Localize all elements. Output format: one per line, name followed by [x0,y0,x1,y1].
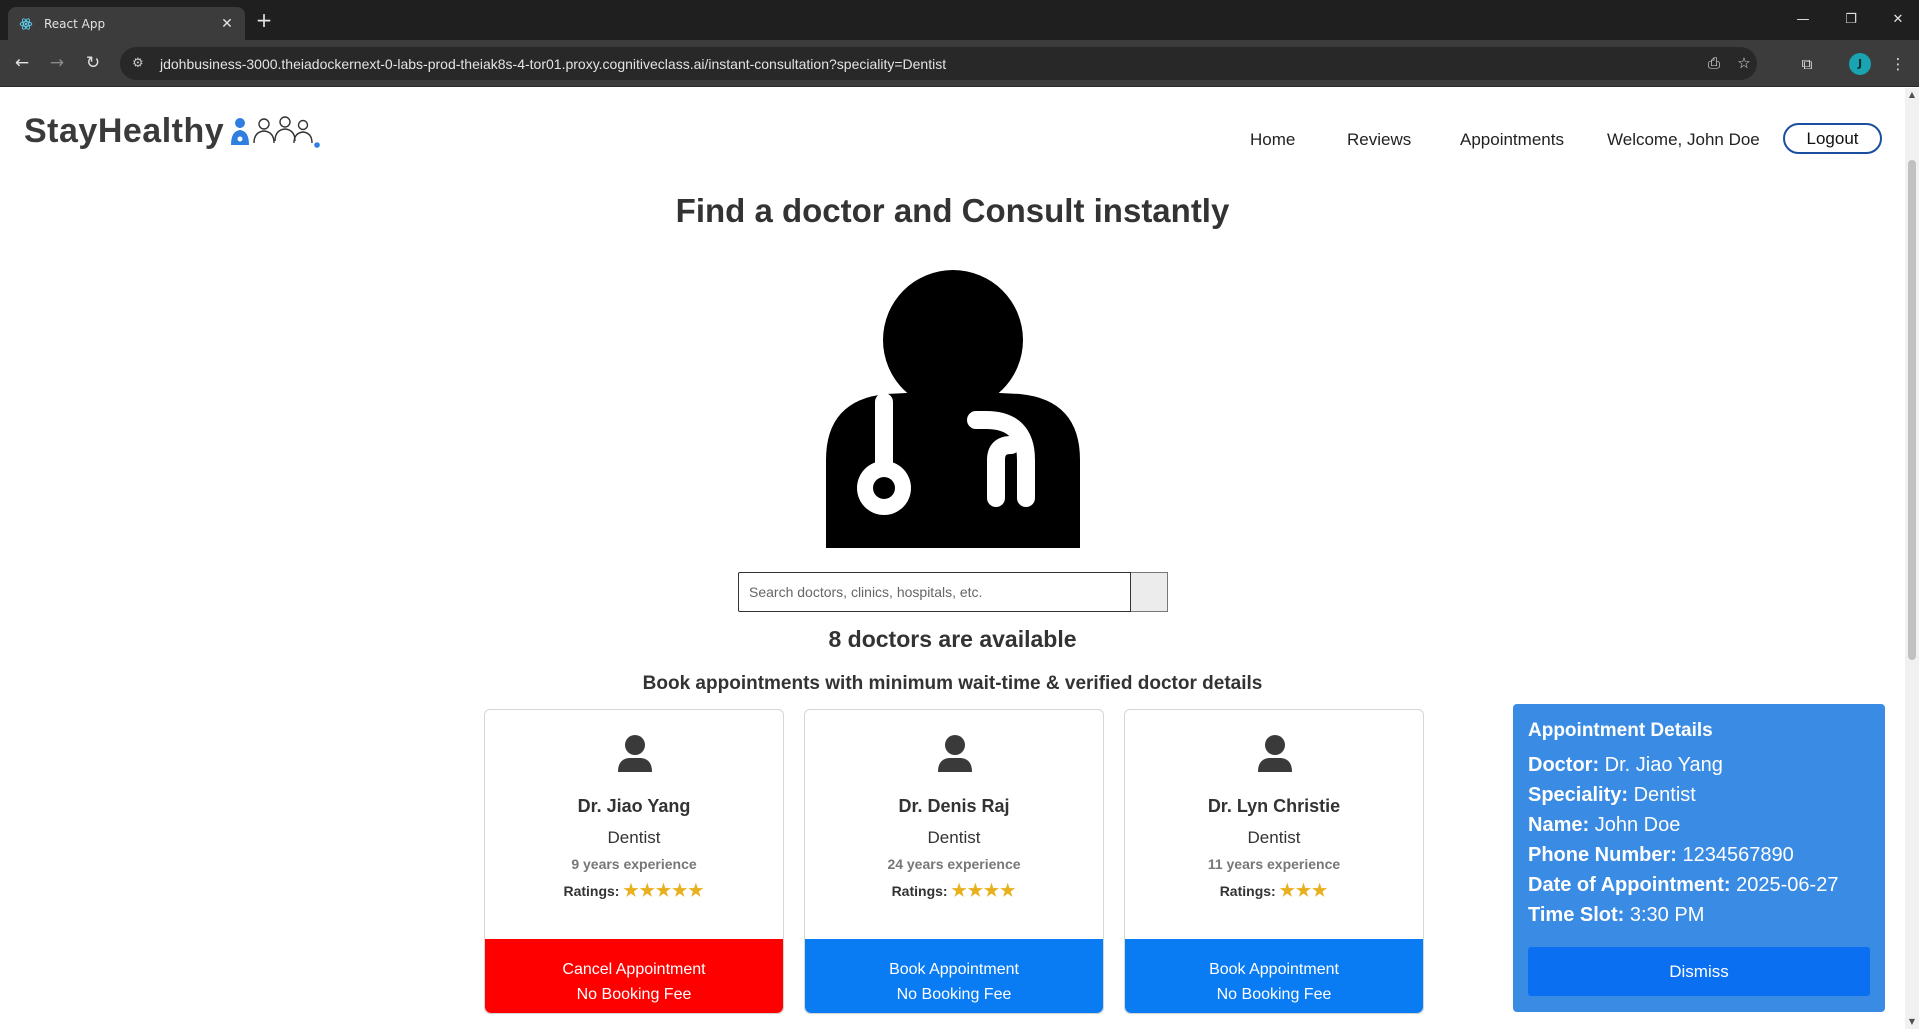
reload-icon[interactable]: ↻ [81,51,105,75]
nav-reviews[interactable]: Reviews [1347,122,1411,158]
back-icon[interactable]: ← [10,51,34,75]
doctor-name: Dr. Lyn Christie [1207,796,1341,816]
welcome-text: Welcome, John Doe [1607,130,1760,149]
field-label: Speciality: [1528,784,1629,806]
nav-home[interactable]: Home [1250,122,1295,158]
nav-appointments[interactable]: Appointments [1460,122,1564,158]
doctor-rating: Ratings: ★★★★★ [485,881,783,901]
action-label: Cancel Appointment [562,961,706,978]
page-content: StayHealthy Home Reviews Appointments We… [0,88,1905,1029]
bookmark-star-icon[interactable]: ☆ [1730,47,1758,80]
window-close-icon[interactable]: ✕ [1884,8,1912,32]
brand-logo-icon [230,115,320,149]
field-value: Dentist [1633,784,1696,806]
booking-fee-label: No Booking Fee [1216,986,1332,1003]
action-label: Book Appointment [1209,961,1339,978]
user-avatar-icon [615,734,655,774]
scroll-down-icon[interactable]: ▼ [1905,1015,1919,1029]
appointment-details-panel: Appointment Details Doctor: Dr. Jiao Yan… [1513,704,1885,1012]
browser-tab[interactable]: React App ✕ [8,7,245,40]
ratings-label: Ratings: [1219,883,1276,899]
doctor-speciality: Dentist [927,828,981,847]
search-bar [738,572,1168,612]
appointment-speciality: Speciality: Dentist [1528,780,1870,810]
booking-fee-label: No Booking Fee [576,986,692,1003]
booking-fee-label: No Booking Fee [896,986,1012,1003]
doctor-experience: 24 years experience [887,856,1021,872]
profile-avatar[interactable]: J [1849,53,1871,75]
book-appointment-button[interactable]: Book Appointment No Booking Fee [1125,939,1423,1013]
subheading: Book appointments with minimum wait-time… [642,673,1263,694]
scroll-up-icon[interactable]: ▲ [1905,88,1919,102]
ratings-label: Ratings: [563,883,620,899]
close-icon[interactable]: ✕ [219,16,235,32]
logout-button[interactable]: Logout [1783,123,1882,154]
install-icon[interactable]: ⎙ [1700,47,1728,80]
plus-icon[interactable]: + [252,9,276,33]
field-label: Date of Appointment: [1528,874,1731,896]
page-title: Find a doctor and Consult instantly [675,192,1230,229]
star-rating-icon: ★★★★ [951,881,1017,900]
doctor-rating: Ratings: ★★★★ [805,881,1103,901]
doctor-rating: Ratings: ★★★ [1125,881,1423,901]
field-label: Phone Number: [1528,844,1677,866]
browser-toolbar: ← → ↻ ⚙ jdohbusiness-3000.theiadockernex… [0,40,1919,87]
tab-search-icon[interactable]: ⧉ [1794,51,1820,77]
field-value: 3:30 PM [1629,904,1705,926]
page-scrollbar[interactable]: ▲ ▼ [1905,88,1919,1029]
brand[interactable]: StayHealthy [24,112,320,151]
star-rating-icon: ★★★ [1279,881,1329,900]
book-appointment-button[interactable]: Book Appointment No Booking Fee [805,939,1103,1013]
field-label: Name: [1528,814,1590,836]
search-input[interactable] [738,572,1131,612]
ratings-label: Ratings: [891,883,948,899]
field-label: Time Slot: [1528,904,1625,926]
doctor-name: Dr. Jiao Yang [577,796,691,816]
star-rating-icon: ★★★★★ [623,881,705,900]
user-avatar-icon [935,734,975,774]
react-icon [18,16,34,32]
field-value: Dr. Jiao Yang [1604,754,1723,776]
appointment-time-slot: Time Slot: 3:30 PM [1528,900,1870,930]
appointment-name: Name: John Doe [1528,810,1870,840]
doctor-card: Dr. Lyn Christie Dentist 11 years experi… [1124,709,1424,1014]
field-value: 1234567890 [1682,844,1794,866]
doctor-experience: 11 years experience [1207,856,1341,872]
doctor-icon [826,270,1080,548]
field-value: 2025-06-27 [1736,874,1839,896]
brand-name: StayHealthy [24,112,225,150]
forward-icon[interactable]: → [45,51,69,75]
dismiss-button[interactable]: Dismiss [1528,947,1870,996]
doctor-experience: 9 years experience [571,856,697,872]
address-bar[interactable]: ⚙ jdohbusiness-3000.theiadockernext-0-la… [120,47,1757,80]
scrollbar-thumb[interactable] [1908,160,1916,660]
doctor-speciality: Dentist [1247,828,1301,847]
doctor-card: Dr. Jiao Yang Dentist 9 years experience… [484,709,784,1014]
site-info-icon[interactable]: ⚙ [132,56,150,71]
url-text[interactable]: jdohbusiness-3000.theiadockernext-0-labs… [160,56,946,72]
browser-tabbar: React App ✕ + — ❐ ✕ [0,0,1919,40]
field-label: Doctor: [1528,754,1600,776]
doctor-speciality: Dentist [607,828,661,847]
field-value: John Doe [1594,814,1681,836]
action-label: Book Appointment [889,961,1019,978]
doctors-available-count: 8 doctors are available [828,626,1077,652]
restore-icon[interactable]: ❐ [1837,8,1865,32]
minimize-icon[interactable]: — [1789,8,1817,32]
doctor-name: Dr. Denis Raj [898,796,1010,816]
doctor-card: Dr. Denis Raj Dentist 24 years experienc… [804,709,1104,1014]
cancel-appointment-button[interactable]: Cancel Appointment No Booking Fee [485,939,783,1013]
user-avatar-icon [1255,734,1295,774]
appointment-details-title: Appointment Details [1528,720,1713,741]
menu-icon[interactable]: ⋮ [1885,51,1911,77]
appointment-phone: Phone Number: 1234567890 [1528,840,1870,870]
search-button[interactable] [1131,572,1168,612]
tab-title: React App [44,16,106,31]
main-nav: Home Reviews Appointments Welcome, John … [1200,122,1880,158]
appointment-date: Date of Appointment: 2025-06-27 [1528,870,1870,900]
appointment-doctor: Doctor: Dr. Jiao Yang [1528,750,1870,780]
